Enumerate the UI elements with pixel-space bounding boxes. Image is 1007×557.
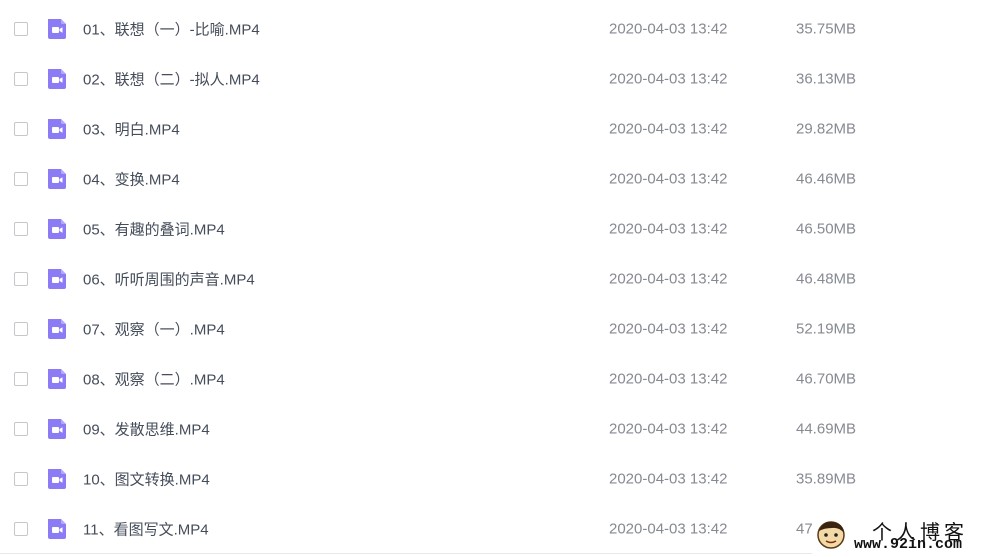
file-size: 36.13MB bbox=[796, 70, 857, 88]
row-checkbox[interactable] bbox=[14, 222, 28, 236]
row-checkbox[interactable] bbox=[14, 422, 28, 436]
video-file-icon bbox=[48, 369, 66, 389]
file-size: 44.69MB bbox=[796, 420, 857, 438]
file-name[interactable]: 01、联想（一）-比喻.MP4 bbox=[83, 19, 260, 40]
file-name[interactable]: 03、明白.MP4 bbox=[83, 119, 180, 140]
row-checkbox[interactable] bbox=[14, 122, 28, 136]
video-file-icon bbox=[48, 169, 66, 189]
file-date: 2020-04-03 13:42 bbox=[609, 520, 728, 538]
video-file-icon bbox=[48, 219, 66, 239]
file-date: 2020-04-03 13:42 bbox=[609, 270, 728, 288]
file-size: 52.19MB bbox=[796, 320, 857, 338]
row-checkbox[interactable] bbox=[14, 172, 28, 186]
file-row[interactable]: 07、观察（一）.MP4 2020-04-03 13:42 52.19MB bbox=[0, 304, 1007, 354]
file-date: 2020-04-03 13:42 bbox=[609, 420, 728, 438]
file-row[interactable]: 09、发散思维.MP4 2020-04-03 13:42 44.69MB bbox=[0, 404, 1007, 454]
file-name[interactable]: 08、观察（二）.MP4 bbox=[83, 369, 225, 390]
file-date: 2020-04-03 13:42 bbox=[609, 120, 728, 138]
video-file-icon bbox=[48, 519, 66, 539]
watermark-url: www.92in.com bbox=[854, 536, 963, 553]
file-row[interactable]: 04、变换.MP4 2020-04-03 13:42 46.46MB bbox=[0, 154, 1007, 204]
row-checkbox[interactable] bbox=[14, 522, 28, 536]
file-name[interactable]: 06、听听周围的声音.MP4 bbox=[83, 269, 255, 290]
file-size: 46.70MB bbox=[796, 370, 857, 388]
file-size: 35.89MB bbox=[796, 470, 857, 488]
row-checkbox[interactable] bbox=[14, 472, 28, 486]
file-row[interactable]: 02、联想（二）-拟人.MP4 2020-04-03 13:42 36.13MB bbox=[0, 54, 1007, 104]
file-name[interactable]: 09、发散思维.MP4 bbox=[83, 419, 210, 440]
video-file-icon bbox=[48, 69, 66, 89]
file-date: 2020-04-03 13:42 bbox=[609, 70, 728, 88]
watermark: 个人博客 www.92in.com bbox=[812, 514, 1007, 554]
file-row[interactable]: 01、联想（一）-比喻.MP4 2020-04-03 13:42 35.75MB bbox=[0, 4, 1007, 54]
file-row[interactable]: 08、观察（二）.MP4 2020-04-03 13:42 46.70MB bbox=[0, 354, 1007, 404]
file-name[interactable]: 04、变换.MP4 bbox=[83, 169, 180, 190]
file-size: 29.82MB bbox=[796, 120, 857, 138]
video-file-icon bbox=[48, 269, 66, 289]
file-date: 2020-04-03 13:42 bbox=[609, 20, 728, 38]
file-name[interactable]: 10、图文转换.MP4 bbox=[83, 469, 210, 490]
row-checkbox[interactable] bbox=[14, 272, 28, 286]
video-file-icon bbox=[48, 319, 66, 339]
file-date: 2020-04-03 13:42 bbox=[609, 470, 728, 488]
video-file-icon bbox=[48, 469, 66, 489]
row-checkbox[interactable] bbox=[14, 372, 28, 386]
file-name[interactable]: 02、联想（二）-拟人.MP4 bbox=[83, 69, 260, 90]
file-size: 47 bbox=[796, 520, 813, 538]
file-name[interactable]: 07、观察（一）.MP4 bbox=[83, 319, 225, 340]
avatar-icon bbox=[817, 521, 845, 549]
file-size: 46.48MB bbox=[796, 270, 857, 288]
row-checkbox[interactable] bbox=[14, 322, 28, 336]
video-file-icon bbox=[48, 19, 66, 39]
file-date: 2020-04-03 13:42 bbox=[609, 370, 728, 388]
file-date: 2020-04-03 13:42 bbox=[609, 320, 728, 338]
row-checkbox[interactable] bbox=[14, 72, 28, 86]
file-row[interactable]: 06、听听周围的声音.MP4 2020-04-03 13:42 46.48MB bbox=[0, 254, 1007, 304]
file-size: 46.46MB bbox=[796, 170, 857, 188]
video-file-icon bbox=[48, 419, 66, 439]
file-row[interactable]: 10、图文转换.MP4 2020-04-03 13:42 35.89MB bbox=[0, 454, 1007, 504]
file-row[interactable]: 03、明白.MP4 2020-04-03 13:42 29.82MB bbox=[0, 104, 1007, 154]
video-file-icon bbox=[48, 119, 66, 139]
file-list: 01、联想（一）-比喻.MP4 2020-04-03 13:42 35.75MB 02… bbox=[0, 0, 1007, 557]
file-date: 2020-04-03 13:42 bbox=[609, 220, 728, 238]
file-date: 2020-04-03 13:42 bbox=[609, 170, 728, 188]
file-name[interactable]: 05、有趣的叠词.MP4 bbox=[83, 219, 225, 240]
file-size: 46.50MB bbox=[796, 220, 857, 238]
file-name[interactable]: 11、看图写文.MP4 bbox=[83, 519, 209, 540]
file-size: 35.75MB bbox=[796, 20, 857, 38]
file-row[interactable]: 05、有趣的叠词.MP4 2020-04-03 13:42 46.50MB bbox=[0, 204, 1007, 254]
row-checkbox[interactable] bbox=[14, 22, 28, 36]
